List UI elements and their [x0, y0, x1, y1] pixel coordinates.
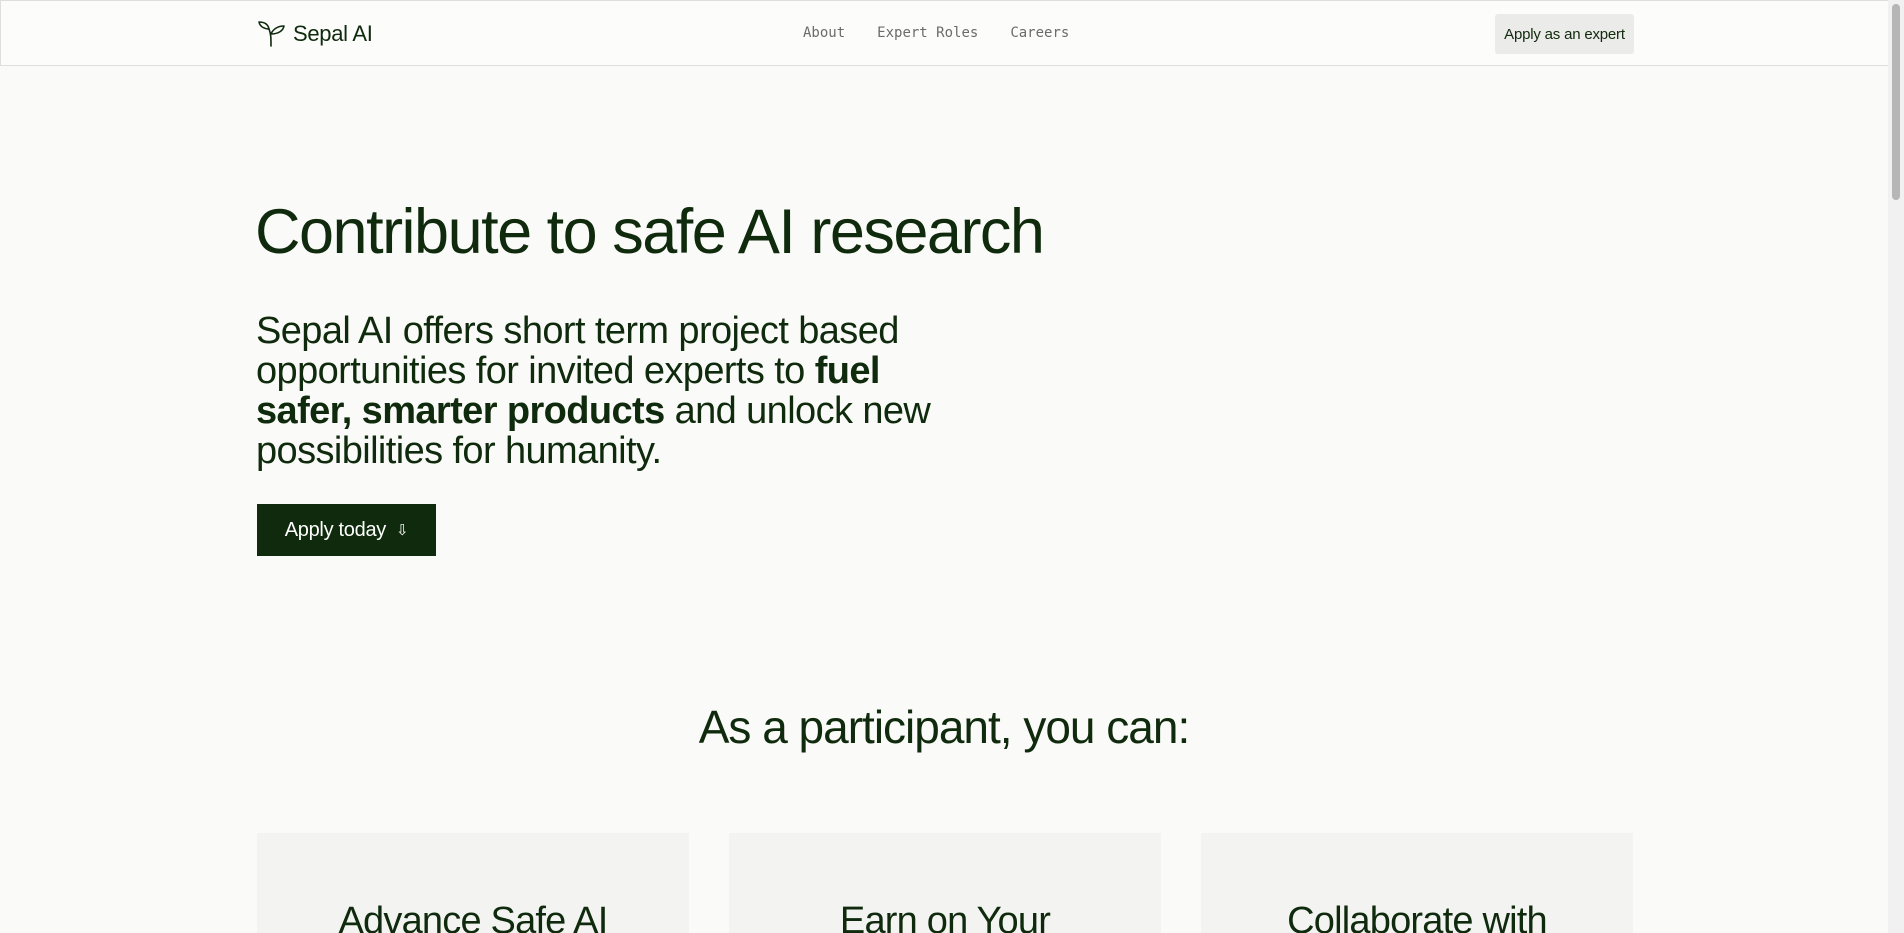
benefit-card-title: Collaborate with: [1287, 900, 1547, 933]
benefit-card-title: Advance Safe AI: [338, 900, 609, 933]
hero-description: Sepal AI offers short term project based…: [256, 311, 956, 471]
brand-name: Sepal AI: [293, 21, 373, 46]
benefit-card-title: Earn on Your: [839, 900, 1051, 933]
sprout-icon: [257, 20, 287, 48]
benefit-card-earn: Earn on Your: [729, 833, 1161, 933]
hero-description-text: Sepal AI offers short term project based…: [256, 310, 899, 392]
arrow-down-icon: ⇩: [395, 521, 409, 539]
benefit-card-safe-ai: Advance Safe AI: [257, 833, 689, 933]
nav-careers[interactable]: Careers: [1010, 25, 1069, 41]
brand-logo-link[interactable]: Sepal AI: [257, 19, 373, 49]
apply-as-expert-button[interactable]: Apply as an expert: [1495, 14, 1634, 54]
vertical-scrollbar[interactable]: [1888, 0, 1904, 933]
apply-today-button[interactable]: Apply today ⇩: [257, 504, 436, 556]
hero-title: Contribute to safe AI research: [255, 197, 1045, 267]
main-nav: About Expert Roles Careers: [803, 25, 1069, 41]
site-header: Sepal AI About Expert Roles Careers Appl…: [0, 0, 1888, 66]
benefit-card-collaborate: Collaborate with: [1201, 833, 1633, 933]
nav-expert-roles[interactable]: Expert Roles: [877, 25, 978, 41]
page: Sepal AI About Expert Roles Careers Appl…: [0, 0, 1904, 933]
participant-section-title: As a participant, you can:: [698, 701, 1191, 753]
scrollbar-thumb[interactable]: [1892, 4, 1900, 200]
apply-today-label: Apply today: [284, 518, 387, 541]
nav-about[interactable]: About: [803, 25, 845, 41]
